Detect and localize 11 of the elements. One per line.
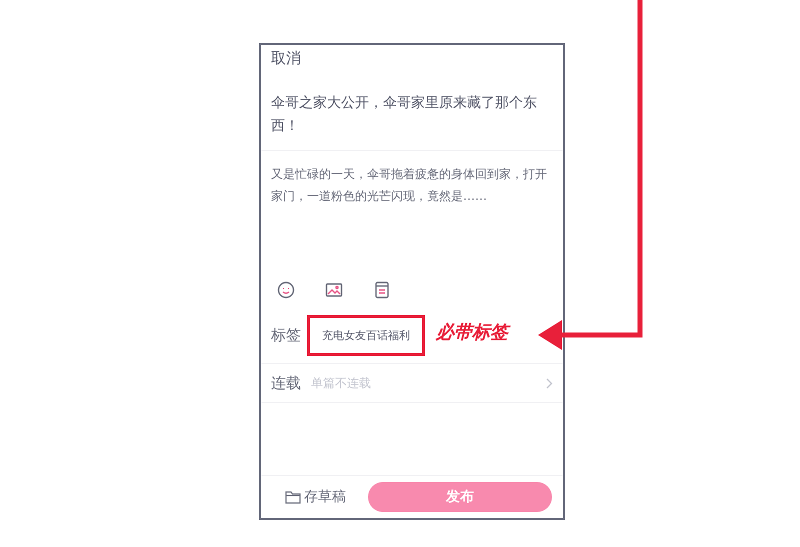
note-icon[interactable] xyxy=(373,281,391,299)
folder-icon xyxy=(285,490,301,504)
emoji-icon[interactable] xyxy=(277,281,295,299)
series-label: 连载 xyxy=(271,374,301,392)
save-draft-button[interactable]: 存草稿 xyxy=(285,488,346,506)
post-body[interactable]: 又是忙碌的一天，伞哥拖着疲惫的身体回到家，打开家门，一道粉色的光芒闪现，竟然是…… xyxy=(261,151,563,273)
tag-label: 标签 xyxy=(271,326,301,344)
tag-chip[interactable]: 充电女友百话福利 xyxy=(307,314,425,356)
cancel-link[interactable]: 取消 xyxy=(261,45,563,68)
post-title[interactable]: 伞哥之家大公开，伞哥家里原来藏了那个东西！ xyxy=(261,68,563,151)
image-icon[interactable] xyxy=(325,281,343,299)
